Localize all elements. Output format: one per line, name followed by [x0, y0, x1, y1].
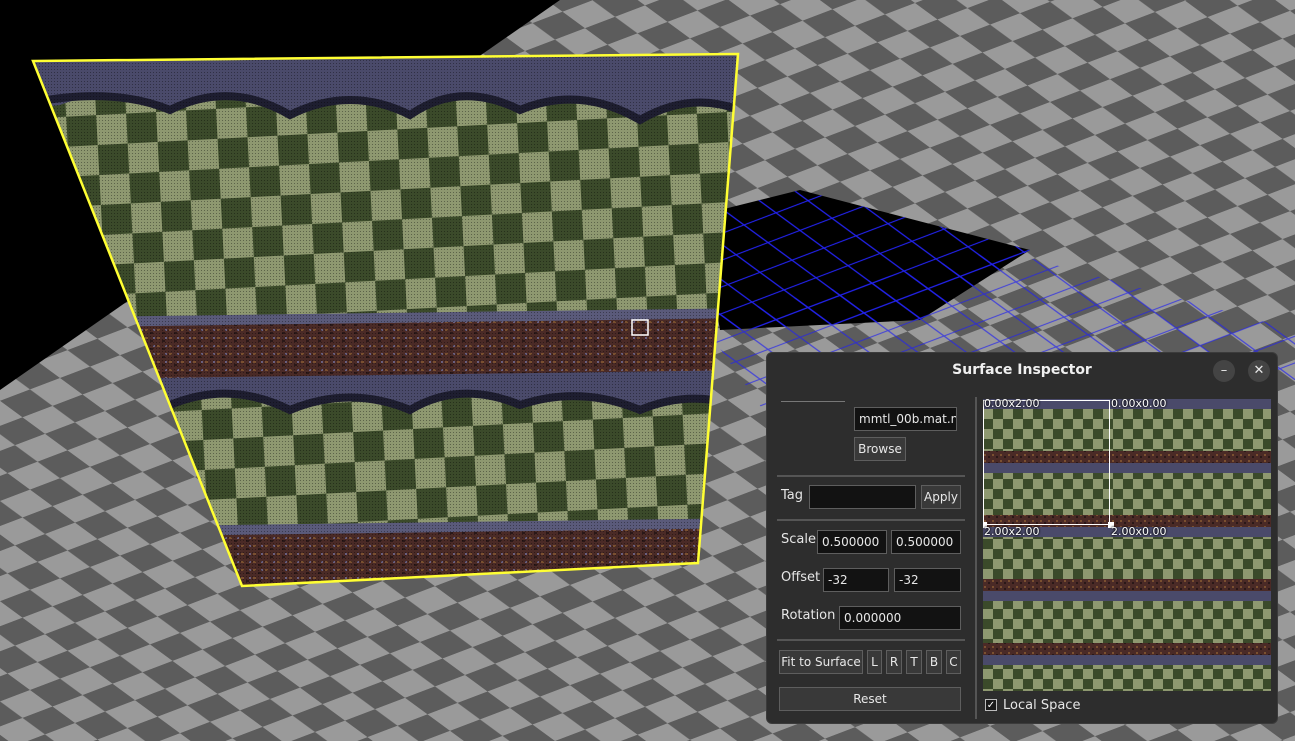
uv-bounds-box[interactable] [983, 400, 1110, 525]
divider [777, 519, 965, 521]
thumbnail-edge [781, 401, 845, 402]
dialog-titlebar[interactable]: Surface Inspector – ✕ [767, 353, 1277, 389]
vertical-divider [975, 397, 977, 719]
uv-corner-label: 2.00x2.00 [984, 525, 1040, 538]
apply-tag-button[interactable]: Apply [921, 485, 961, 509]
scale-label: Scale [781, 532, 816, 547]
local-space-checkbox[interactable]: ✓ [985, 699, 997, 711]
align-center-button[interactable]: C [946, 650, 961, 674]
scale-x-input[interactable]: 0.500000 [817, 530, 887, 554]
fit-to-surface-button[interactable]: Fit to Surface [779, 650, 863, 674]
offset-y-input[interactable]: -32 [894, 568, 961, 592]
close-button[interactable]: ✕ [1248, 360, 1270, 382]
align-bottom-button[interactable]: B [926, 650, 942, 674]
uv-preview[interactable]: 0.00x2.00 0.00x0.00 2.00x2.00 2.00x0.00 [983, 399, 1271, 691]
reset-button[interactable]: Reset [779, 687, 961, 711]
uv-corner-label: 0.00x2.00 [984, 399, 1040, 410]
material-name-field[interactable]: mmtl_00b.mat.n [854, 407, 957, 431]
minimize-icon: – [1220, 363, 1228, 378]
scale-y-input[interactable]: 0.500000 [891, 530, 961, 554]
browse-button[interactable]: Browse [854, 437, 906, 461]
dialog-title: Surface Inspector [952, 362, 1092, 378]
align-top-button[interactable]: T [906, 650, 922, 674]
align-left-button[interactable]: L [867, 650, 882, 674]
align-right-button[interactable]: R [886, 650, 902, 674]
uv-corner-label: 2.00x0.00 [1111, 525, 1167, 538]
material-thumbnail[interactable] [781, 401, 845, 457]
divider [777, 639, 965, 641]
tag-input[interactable] [809, 485, 916, 509]
rotation-input[interactable]: 0.000000 [839, 606, 961, 630]
rotation-label: Rotation [781, 608, 836, 623]
checkmark-icon: ✓ [986, 700, 996, 711]
uv-corner-label: 0.00x0.00 [1111, 399, 1167, 410]
tag-label: Tag [781, 488, 804, 503]
divider [777, 475, 965, 477]
surface-inspector-dialog: Surface Inspector – ✕ mmtl_00b.mat.n Bro… [766, 352, 1278, 724]
offset-x-input[interactable]: -32 [823, 568, 889, 592]
local-space-label: Local Space [1003, 698, 1081, 713]
inspector-controls: mmtl_00b.mat.n Browse Tag Apply Scale 0.… [777, 393, 965, 719]
minimize-button[interactable]: – [1213, 360, 1235, 382]
offset-label: Offset [781, 570, 821, 585]
close-icon: ✕ [1253, 363, 1265, 378]
